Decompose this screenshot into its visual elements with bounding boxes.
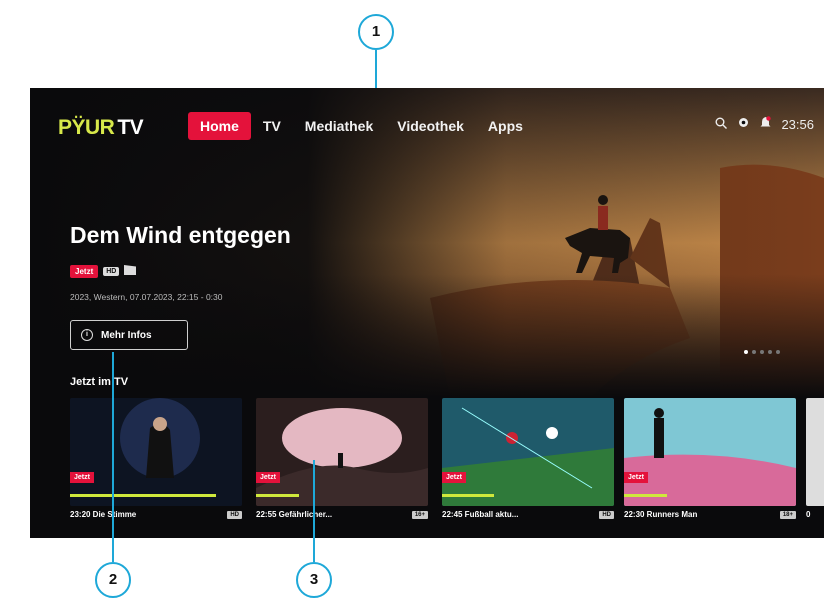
- tile-flag: 18+: [779, 510, 796, 519]
- tile-caption: 22:55 Gefährlicher... 16+: [256, 510, 428, 519]
- tile-caption: 22:30 Runners Man 18+: [624, 510, 796, 519]
- pyur-tv-logo[interactable]: PŸUR TV: [58, 116, 144, 140]
- callout-3-leader: [313, 460, 315, 562]
- nav-item-mediathek[interactable]: Mediathek: [293, 112, 385, 140]
- page-dot: [768, 350, 772, 354]
- live-badge: Jetzt: [70, 472, 94, 483]
- nav-item-tv[interactable]: TV: [251, 112, 293, 140]
- more-info-label: Mehr Infos: [101, 329, 152, 341]
- nav-item-apps[interactable]: Apps: [476, 112, 535, 140]
- now-badge: Jetzt: [70, 264, 99, 278]
- progress-bar: [624, 494, 667, 497]
- search-icon[interactable]: [715, 117, 728, 132]
- tile-thumbnail[interactable]: [806, 398, 824, 506]
- tile-title: 23:20 Die Stimme: [70, 510, 137, 519]
- tile-flag: HD: [227, 510, 242, 519]
- tile-thumbnail[interactable]: Jetzt: [624, 398, 796, 506]
- callout-2-leader: [112, 352, 114, 562]
- tile-flag: HD: [599, 510, 614, 519]
- hero-meta: 2023, Western, 07.07.2023, 22:15 - 0:30: [70, 292, 223, 302]
- tv-screen: PŸUR TV Home TV Mediathek Videothek Apps …: [30, 88, 824, 538]
- live-badge: Jetzt: [624, 472, 648, 483]
- callout-2: 2: [95, 562, 131, 598]
- main-nav: Home TV Mediathek Videothek Apps: [188, 112, 535, 140]
- tile-title: 0: [806, 510, 811, 519]
- hero-title: Dem Wind entgegen: [70, 222, 291, 248]
- progress-bar: [442, 494, 494, 497]
- hero-page-dots: [744, 350, 780, 354]
- hero-badges: Jetzt HD: [70, 262, 137, 280]
- tile-title: 22:45 Fußball aktu...: [442, 510, 519, 519]
- tile-thumbnail[interactable]: Jetzt: [256, 398, 428, 506]
- hd-badge: HD: [103, 266, 120, 276]
- nav-item-videothek[interactable]: Videothek: [385, 112, 476, 140]
- status-area: 23:56: [715, 116, 814, 132]
- top-bar: PŸUR TV Home TV Mediathek Videothek Apps …: [30, 88, 824, 168]
- more-info-button[interactable]: i Mehr Infos: [70, 320, 188, 350]
- live-badge: Jetzt: [256, 472, 280, 483]
- live-badge: Jetzt: [442, 472, 466, 483]
- page-dot: [776, 350, 780, 354]
- tile-title: 22:55 Gefährlicher...: [256, 510, 333, 519]
- tile-title: 22:30 Runners Man: [624, 510, 698, 519]
- info-icon: i: [81, 329, 93, 341]
- callout-1: 1: [358, 14, 394, 50]
- page-dot: [752, 350, 756, 354]
- tile-caption: 0: [806, 510, 824, 519]
- clapperboard-icon: [124, 262, 137, 280]
- tile-caption: 23:20 Die Stimme HD: [70, 510, 242, 519]
- tile-flag: 16+: [411, 510, 428, 519]
- tile-thumbnail[interactable]: Jetzt: [70, 398, 242, 506]
- page-dot: [744, 350, 748, 354]
- gear-icon[interactable]: [737, 116, 750, 132]
- progress-bar: [70, 494, 216, 497]
- progress-bar: [256, 494, 299, 497]
- clock: 23:56: [781, 116, 814, 132]
- live-tv-row: Jetzt 23:20 Die Stimme HD Jetzt 22:55 Ge…: [70, 398, 824, 528]
- tile-caption: 22:45 Fußball aktu... HD: [442, 510, 614, 519]
- tile-thumbnail[interactable]: Jetzt: [442, 398, 614, 506]
- nav-item-home[interactable]: Home: [188, 112, 251, 140]
- bell-icon[interactable]: [760, 116, 772, 132]
- row-title: Jetzt im TV: [70, 376, 129, 388]
- page-dot: [760, 350, 764, 354]
- callout-3: 3: [296, 562, 332, 598]
